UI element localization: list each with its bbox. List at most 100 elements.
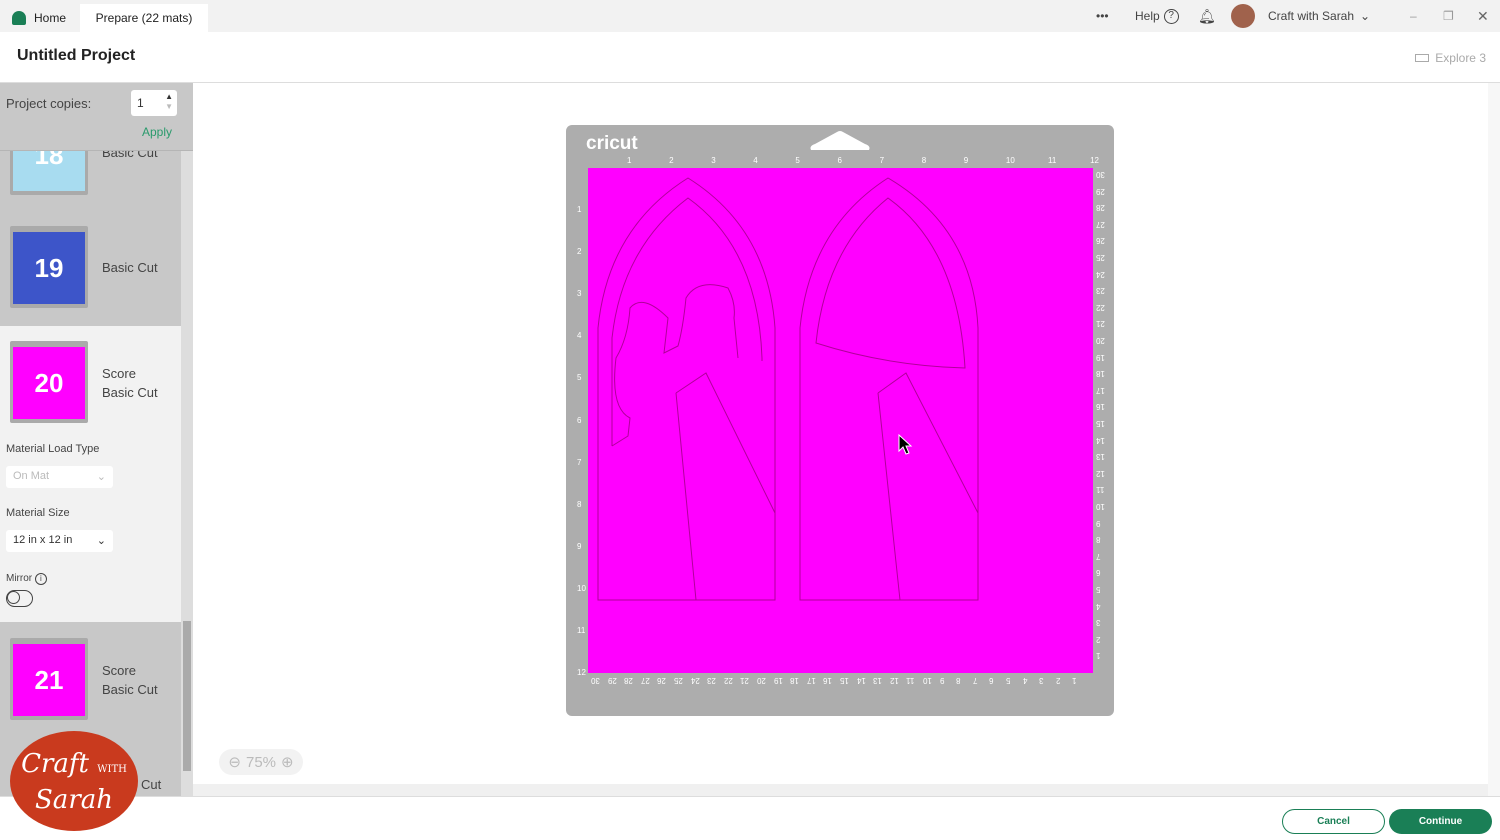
ruler-top-tick: 9 [963,156,969,165]
sidebar-scrollbar[interactable] [181,151,193,796]
ruler-right-tick: 29 [1096,186,1105,196]
scroll-thumb[interactable] [183,621,191,771]
ruler-right-tick: 23 [1096,286,1105,296]
ruler-bottom-tick: 15 [840,676,849,685]
user-name: Craft with Sarah [1268,9,1355,23]
ruler-bottom-tick: 26 [657,676,667,685]
title-bar: Home Prepare (22 mats) ••• Help? 🔔︎ Craf… [0,0,1500,32]
ruler-bottom-tick: 18 [790,676,800,685]
ruler-top-tick: 5 [795,156,800,165]
ruler-bottom-tick: 13 [873,676,883,685]
ruler-bottom-tick: 23 [707,676,717,685]
ruler-bottom-tick: 8 [956,676,961,685]
cancel-button[interactable]: Cancel [1282,809,1385,834]
ruler-bottom-tick: 24 [690,676,700,685]
zoom-in-icon[interactable]: ⊕ [281,753,294,771]
ruler-bottom-tick: 20 [757,676,766,685]
ruler-top-tick: 11 [1048,156,1057,165]
ruler-right-tick: 8 [1096,535,1101,545]
machine-selector[interactable]: Explore 3 [1415,51,1486,65]
ruler-right-tick: 14 [1096,435,1105,445]
ruler-right-tick: 15 [1096,419,1105,428]
ruler-bottom-tick: 2 [1055,676,1061,685]
cursor-icon [898,434,913,455]
ruler-right-tick: 5 [1096,585,1101,594]
ruler-right-tick: 21 [1096,319,1105,329]
ruler-bottom-tick: 30 [591,676,600,685]
project-header: Untitled Project Explore 3 [0,32,1500,83]
bell-icon[interactable]: 🔔︎ [1198,0,1216,32]
canvas-horizontal-scrollbar[interactable] [193,784,1488,796]
tab-prepare[interactable]: Prepare (22 mats) [80,4,208,32]
mat-thumbnail-21[interactable]: 21 [10,638,88,720]
ruler-bottom-tick: 12 [889,676,899,685]
ruler-left-tick: 4 [577,331,582,341]
restore-button[interactable]: ❐ [1443,0,1454,32]
mat-design-area [588,168,1093,673]
ruler-right-tick: 4 [1096,601,1101,611]
size-select[interactable]: 12 in x 12 in ⌄ [6,530,113,552]
ruler-right-tick: 24 [1096,269,1105,279]
ruler-right-tick: 19 [1096,352,1105,362]
mat-number: 19 [13,232,85,304]
size-label: Material Size [6,507,70,519]
zoom-control: ⊖ 75% ⊕ [219,749,303,775]
chevron-down-icon: ⌄ [96,471,106,483]
ruler-bottom-tick: 6 [989,676,994,685]
mat-thumbnail-19[interactable]: 19 [10,226,88,308]
ruler-right-tick: 12 [1096,468,1105,478]
ruler-top-tick: 3 [711,156,716,165]
info-icon[interactable]: i [34,573,47,585]
more-button[interactable]: ••• [1096,0,1109,32]
ruler-bottom-tick: 14 [856,676,866,685]
cutting-mat: cricut 1 2 3 4 5 6 7 8 9 10 11 12 1 2 3 4 5 6 7 8 9 10 11 12 30 3… [566,125,1114,716]
mat-label: Score Basic Cut [102,364,158,402]
close-button[interactable]: ✕ [1477,0,1489,32]
help-icon: ? [1163,8,1179,24]
chevron-down-icon: ⌄ [1360,9,1371,23]
zoom-level: 75% [245,753,277,771]
zoom-out-icon[interactable]: ⊖ [228,753,241,771]
ruler-bottom-tick: 28 [624,676,634,685]
load-type-value: On Mat [13,470,50,482]
ruler-right-tick: 16 [1096,402,1105,412]
mirror-toggle[interactable] [6,590,33,607]
ruler-bottom-tick: 1 [1072,676,1077,685]
load-type-select[interactable]: On Mat ⌄ [6,466,113,488]
mirror-text: Mirror [6,573,33,584]
ruler-right-tick: 13 [1096,452,1105,462]
ruler-top-tick: 4 [753,156,758,165]
mat-handle-icon [810,131,870,150]
ruler-bottom-tick: 3 [1039,676,1044,685]
ruler-bottom-tick: 5 [1006,676,1011,685]
machine-icon [1415,54,1430,62]
craft-with-sarah-watermark: Craft WITH Sarah [10,731,138,831]
ruler-bottom-tick: 9 [939,676,945,685]
ruler-top-tick: 2 [669,156,674,165]
home-icon [12,11,26,25]
ruler-bottom-tick: 4 [1022,676,1028,685]
ruler-right-tick: 7 [1096,551,1101,561]
ruler-right-tick: 1 [1096,651,1101,661]
copies-stepper[interactable]: ▲ ▼ [165,92,173,112]
minimize-button[interactable]: – [1410,0,1417,32]
mat-thumbnail-20[interactable]: 20 [10,341,88,423]
tab-home[interactable]: Home [12,4,66,32]
ruler-right-tick: 30 [1096,170,1105,179]
ruler-bottom-tick: 16 [823,676,833,685]
canvas-vertical-scrollbar[interactable] [1488,83,1500,796]
ruler-top-tick: 7 [879,156,885,165]
avatar[interactable] [1231,0,1255,32]
ruler-top-tick: 6 [837,156,842,165]
ruler-bottom-tick: 11 [906,676,915,685]
ruler-left-tick: 10 [577,583,586,593]
user-menu[interactable]: Craft with Sarah ⌄ [1268,0,1370,32]
ruler-bottom-tick: 22 [723,676,733,685]
help-button[interactable]: Help? [1135,0,1179,32]
ruler-left-tick: 6 [577,415,582,425]
ruler-bottom-tick: 10 [923,676,932,685]
apply-button[interactable]: Apply [142,125,172,139]
continue-button[interactable]: Continue [1389,809,1492,834]
mat-label: Cut [141,777,162,792]
copies-input[interactable]: 1 ▲ ▼ [131,90,177,116]
